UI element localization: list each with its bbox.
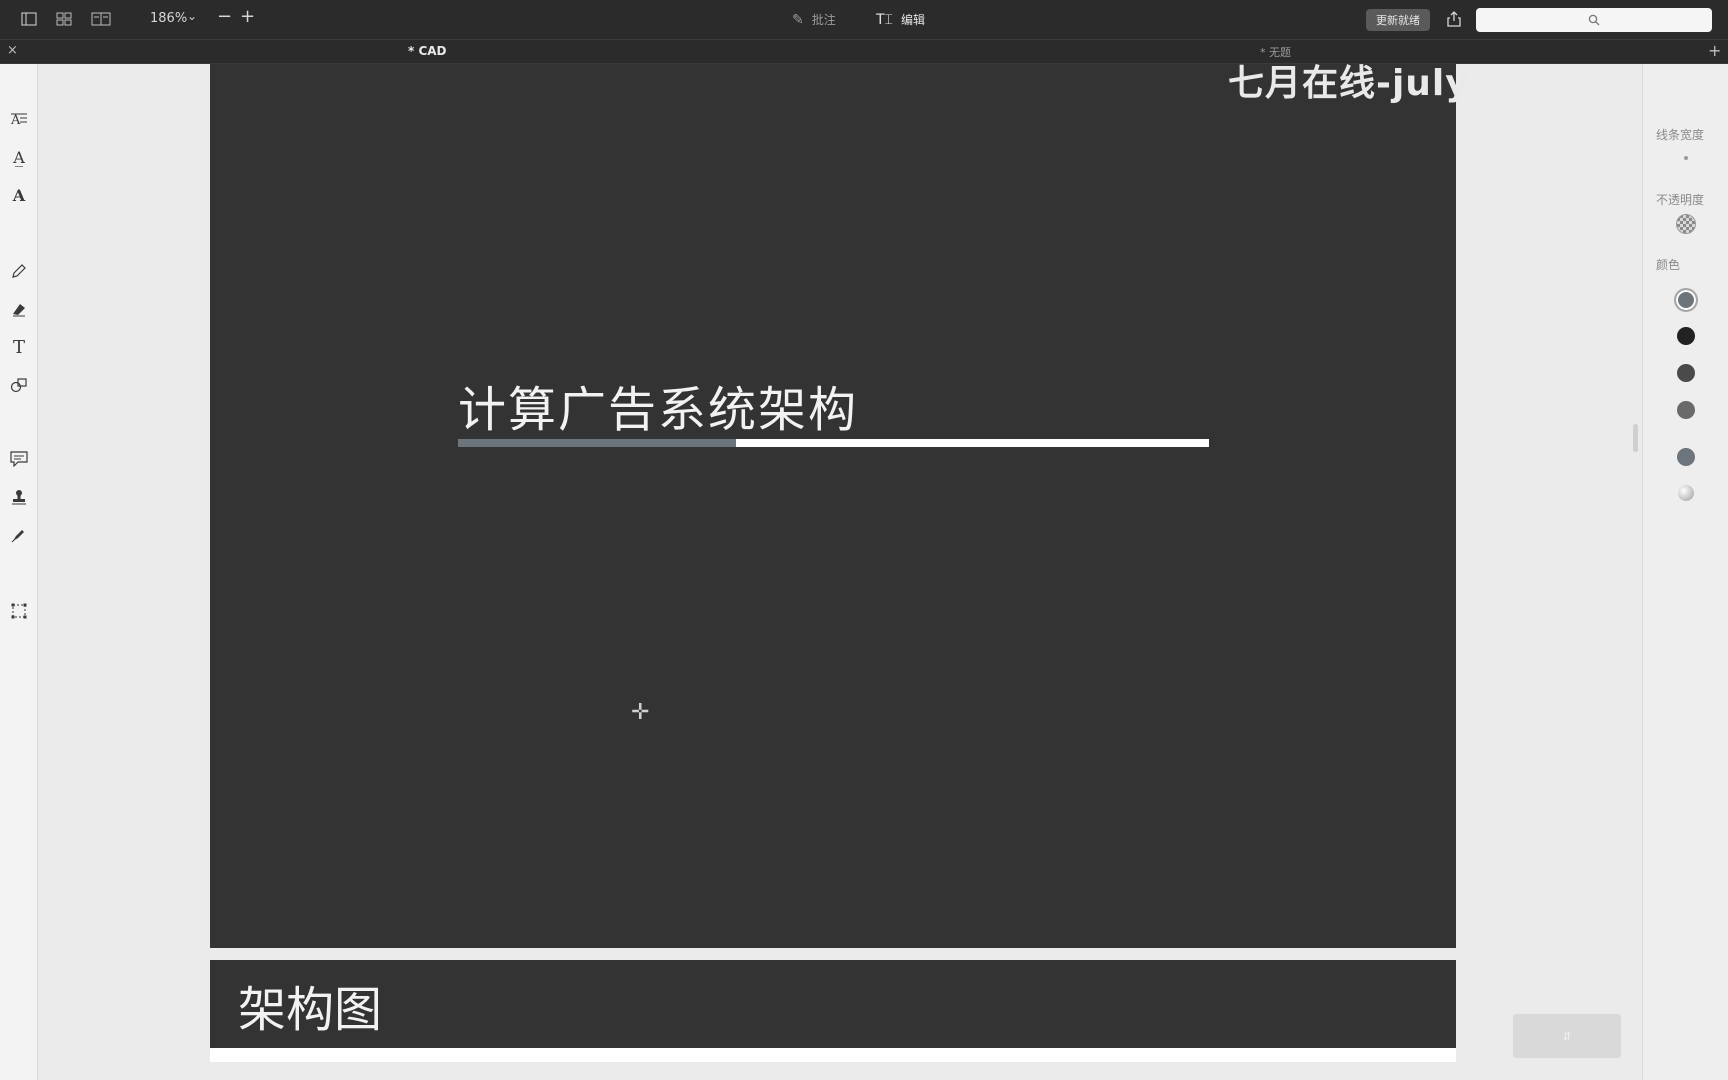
crop-selection-icon[interactable] <box>8 600 30 622</box>
slide-page[interactable] <box>210 64 1456 948</box>
zoom-in-button[interactable]: + <box>240 6 255 27</box>
text-edit-icon: T⌶ <box>876 11 893 28</box>
annotate-mode-button[interactable]: ✎ 批注 <box>792 11 836 28</box>
text-style-alt-icon[interactable]: A <box>8 184 30 206</box>
tab-cad[interactable]: * CAD <box>408 44 447 58</box>
search-icon <box>1588 14 1600 26</box>
color-label: 颜色 <box>1656 258 1681 272</box>
line-width-label: 线条宽度 <box>1656 128 1705 142</box>
title-progress-fill <box>458 439 736 447</box>
line-width-dot[interactable] <box>1684 156 1688 160</box>
annotate-icon: ✎ <box>792 11 804 28</box>
grid-view-icon[interactable] <box>55 10 73 28</box>
sidebar-toggle-icon[interactable] <box>20 10 38 28</box>
add-tab-icon[interactable]: + <box>1708 41 1721 60</box>
text-icon[interactable]: T <box>8 336 30 358</box>
next-slide-page[interactable] <box>210 960 1456 1048</box>
color-swatch-darkgray[interactable] <box>1677 364 1695 382</box>
color-swatch-selected[interactable] <box>1674 288 1698 312</box>
color-swatch-black[interactable] <box>1677 327 1695 345</box>
pen-icon[interactable] <box>8 524 30 546</box>
color-swatch-slate[interactable] <box>1677 448 1695 466</box>
zoom-level[interactable]: 186% <box>150 11 187 26</box>
slide-title: 计算广告系统架构 <box>458 382 859 438</box>
edit-label: 编辑 <box>900 13 925 27</box>
comment-icon[interactable] <box>8 448 30 470</box>
shapes-icon[interactable] <box>8 374 30 396</box>
edit-mode-button[interactable]: T⌶ 编辑 <box>876 11 925 28</box>
top-toolbar: 186% ⌄ − + ✎ 批注 T⌶ 编辑 更新就绪 <box>0 0 1728 40</box>
panel-resize-handle[interactable] <box>1633 424 1638 452</box>
share-icon[interactable] <box>1444 8 1464 30</box>
color-picker-icon[interactable] <box>1678 485 1694 501</box>
color-swatch-gray[interactable] <box>1677 401 1695 419</box>
stamp-icon[interactable] <box>8 486 30 508</box>
next-slide-title: 架构图 <box>238 982 383 1038</box>
watermark: 七月在线-july <box>1228 63 1470 104</box>
close-icon[interactable]: × <box>7 43 18 58</box>
pencil-icon[interactable] <box>8 260 30 282</box>
left-tool-strip: A A̲ A T <box>0 64 38 1080</box>
opacity-swatch[interactable] <box>1676 214 1696 234</box>
crosshair-cursor-icon: ✛ <box>631 700 650 725</box>
svg-text:A: A <box>10 113 21 127</box>
search-input[interactable] <box>1476 8 1712 32</box>
annotate-label: 批注 <box>811 13 836 27</box>
eraser-icon[interactable] <box>8 298 30 320</box>
text-select-icon[interactable]: A <box>8 108 30 130</box>
next-slide-footer <box>210 1048 1456 1062</box>
zoom-out-button[interactable]: − <box>217 6 232 27</box>
opacity-label: 不透明度 <box>1656 193 1705 207</box>
two-page-view-icon[interactable] <box>90 10 112 28</box>
chevron-down-icon[interactable]: ⌄ <box>187 9 197 23</box>
update-ready-button[interactable]: 更新就绪 <box>1366 9 1430 31</box>
title-progress-bar <box>458 439 1209 447</box>
page-nav-button[interactable]: ⇵ <box>1513 1014 1621 1058</box>
text-style-icon[interactable]: A̲ <box>8 146 30 168</box>
